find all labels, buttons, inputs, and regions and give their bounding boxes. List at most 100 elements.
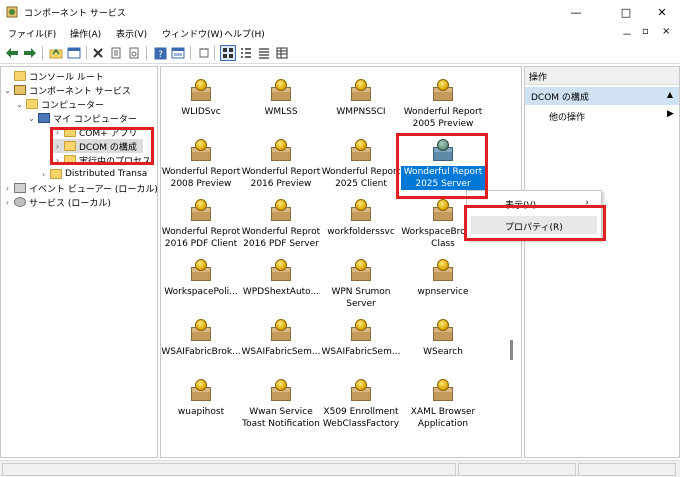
tree-node-my-computer[interactable]: ⌄ マイ コンピューター <box>27 111 137 125</box>
dcom-app-item[interactable]: WLIDSvc <box>161 79 243 118</box>
dcom-app-item[interactable]: WPDShextAuto... <box>239 259 323 298</box>
dcom-app-item[interactable]: wpnservice <box>401 259 485 298</box>
menu-action[interactable]: 操作(A) <box>70 27 101 40</box>
component-package-icon <box>348 139 374 163</box>
menu-help[interactable]: ヘルプ(H) <box>224 27 265 40</box>
tree-node-services[interactable]: › サービス (ローカル) <box>3 195 111 209</box>
dcom-app-item[interactable]: WSearch <box>401 319 485 358</box>
menu-window[interactable]: ウィンドウ(W) <box>162 27 223 40</box>
dcom-app-label: WorkspacePoli... <box>164 287 238 297</box>
toolbar-separator <box>42 46 43 60</box>
event-viewer-icon <box>14 183 26 193</box>
dcom-app-label: Wwan Service Toast Notification <box>242 407 320 429</box>
chevron-right-icon[interactable]: › <box>3 184 12 193</box>
list-view-icon[interactable] <box>256 45 272 61</box>
delete-icon[interactable] <box>90 45 106 61</box>
tree-node-dcom-config[interactable]: › DCOM の構成 <box>53 139 143 153</box>
dcom-app-label: XAML Browser Application <box>410 407 476 429</box>
tree-label: コンポーネント サービス <box>29 86 131 97</box>
chevron-right-icon[interactable]: › <box>53 156 62 165</box>
mdi-minimize-button[interactable]: － <box>622 26 632 41</box>
component-package-icon <box>188 79 214 103</box>
other-actions-item[interactable]: 他の操作 <box>549 110 585 123</box>
forward-arrow-icon[interactable] <box>22 45 38 61</box>
dcom-app-item[interactable]: Wonderful Reprot 2016 PDF Client <box>161 199 243 250</box>
tree-label: COM+ アプリ <box>79 128 138 139</box>
status-cell <box>458 463 576 476</box>
dcom-app-item[interactable]: WSAIFabricBrok... <box>161 319 243 358</box>
scrollbar-thumb[interactable] <box>510 340 513 360</box>
dcom-app-item[interactable]: Wonderful Reprot 2016 PDF Server <box>239 199 323 250</box>
tree-node-component-services[interactable]: ⌄ コンポーネント サービス <box>3 83 131 97</box>
mdi-close-button[interactable]: × <box>662 26 670 37</box>
menu-view[interactable]: 表示(V) <box>116 27 147 40</box>
dcom-app-item[interactable]: Wonderful Report 2025 Client <box>319 139 403 190</box>
dcom-app-item[interactable]: WSAIFabricSem... <box>239 319 323 358</box>
tree-label: イベント ビューアー (ローカル) <box>29 184 158 195</box>
dcom-app-item[interactable]: Wwan Service Toast Notification <box>239 379 323 430</box>
collapse-up-icon[interactable]: ▲ <box>667 90 673 99</box>
chevron-right-icon[interactable]: › <box>53 142 62 151</box>
tree-node-console-root[interactable]: コンソール ルート <box>3 69 104 83</box>
dcom-app-item[interactable]: WMPNSSCI <box>319 79 403 118</box>
dcom-app-label: WPDShextAuto... <box>242 287 320 297</box>
dcom-app-label: Wonderful Report 2025 Client <box>321 167 401 189</box>
chevron-right-icon[interactable]: › <box>53 128 62 137</box>
dcom-app-item[interactable]: WMLSS <box>239 79 323 118</box>
chevron-down-icon[interactable]: ⌄ <box>3 86 12 95</box>
gear-icon <box>14 197 26 207</box>
actions-section-label: DCOM の構成 <box>531 93 589 103</box>
folder-icon <box>14 71 26 81</box>
component-package-icon <box>430 259 456 283</box>
chevron-down-icon[interactable]: ⌄ <box>27 114 36 123</box>
dcom-app-item[interactable]: Wonderful Report 2008 Preview <box>161 139 243 190</box>
tree-node-event-viewer[interactable]: › イベント ビューアー (ローカル) <box>3 181 158 195</box>
context-menu-label: プロパティ(R) <box>505 223 563 233</box>
component-package-icon <box>430 319 456 343</box>
console-tree-icon[interactable] <box>66 45 82 61</box>
chevron-down-icon[interactable]: ⌄ <box>15 100 24 109</box>
dcom-app-item[interactable]: X509 Enrollment WebClassFactory <box>319 379 403 430</box>
large-icons-view-icon[interactable] <box>220 45 236 61</box>
close-button[interactable]: ✕ <box>640 0 680 24</box>
dcom-app-item[interactable]: WorkspacePoli... <box>161 259 243 298</box>
component-package-icon <box>268 139 294 163</box>
small-icons-view-icon[interactable] <box>238 45 254 61</box>
dcom-app-item[interactable]: XAML Browser Application <box>401 379 485 430</box>
mdi-restore-button[interactable]: ▫ <box>642 26 649 37</box>
export-list-icon[interactable] <box>126 45 142 61</box>
dcom-app-item[interactable]: workfolderssvc <box>319 199 403 238</box>
actions-pane: 操作 DCOM の構成 ▲ 他の操作 ▶ <box>524 66 680 458</box>
stop-icon[interactable] <box>196 45 212 61</box>
show-hide-pane-icon[interactable] <box>170 45 186 61</box>
actions-dcom-config-section[interactable]: DCOM の構成 ▲ <box>525 87 679 105</box>
tree-node-distributed-transaction[interactable]: › Distributed Transa <box>39 167 147 181</box>
properties-icon[interactable] <box>108 45 124 61</box>
dcom-app-item[interactable]: Wonderful Report 2025 Server <box>401 139 485 190</box>
context-menu-properties[interactable]: プロパティ(R) <box>471 216 597 234</box>
console-tree-pane: コンソール ルート ⌄ コンポーネント サービス ⌄ コンピューター ⌄ マイ コンピ… <box>0 66 158 458</box>
dcom-app-label: WPN Srumon Server <box>331 287 391 309</box>
menu-file[interactable]: ファイル(F) <box>8 27 56 40</box>
chevron-right-icon[interactable]: › <box>39 170 48 179</box>
dcom-app-item[interactable]: Wonderful Report 2016 Preview <box>239 139 323 190</box>
tree-node-computers[interactable]: ⌄ コンピューター <box>15 97 104 111</box>
context-menu-view[interactable]: 表示(V) › <box>471 194 597 212</box>
up-folder-icon[interactable] <box>48 45 64 61</box>
tree-node-running-processes[interactable]: › 実行中のプロセス <box>53 153 151 167</box>
minimize-button[interactable]: — <box>554 0 598 24</box>
menu-bar: ファイル(F) 操作(A) 表示(V) ウィンドウ(W) ヘルプ(H) － ▫ … <box>0 24 680 42</box>
chevron-right-icon[interactable]: › <box>3 198 12 207</box>
dcom-app-item[interactable]: WPN Srumon Server <box>319 259 403 310</box>
svg-text:?: ? <box>158 50 163 60</box>
tree-label: サービス (ローカル) <box>29 198 111 209</box>
dcom-app-item[interactable]: wuapihost <box>161 379 243 418</box>
dcom-app-item[interactable]: Wonderful Report 2005 Preview <box>401 79 485 130</box>
component-package-icon <box>430 139 456 163</box>
component-package-icon <box>268 199 294 223</box>
dcom-app-item[interactable]: WSAIFabricSem... <box>319 319 403 358</box>
help-icon[interactable]: ? <box>152 45 168 61</box>
detail-view-icon[interactable] <box>274 45 290 61</box>
tree-node-com-apps[interactable]: › COM+ アプリ <box>53 125 138 139</box>
back-arrow-icon[interactable] <box>4 45 20 61</box>
